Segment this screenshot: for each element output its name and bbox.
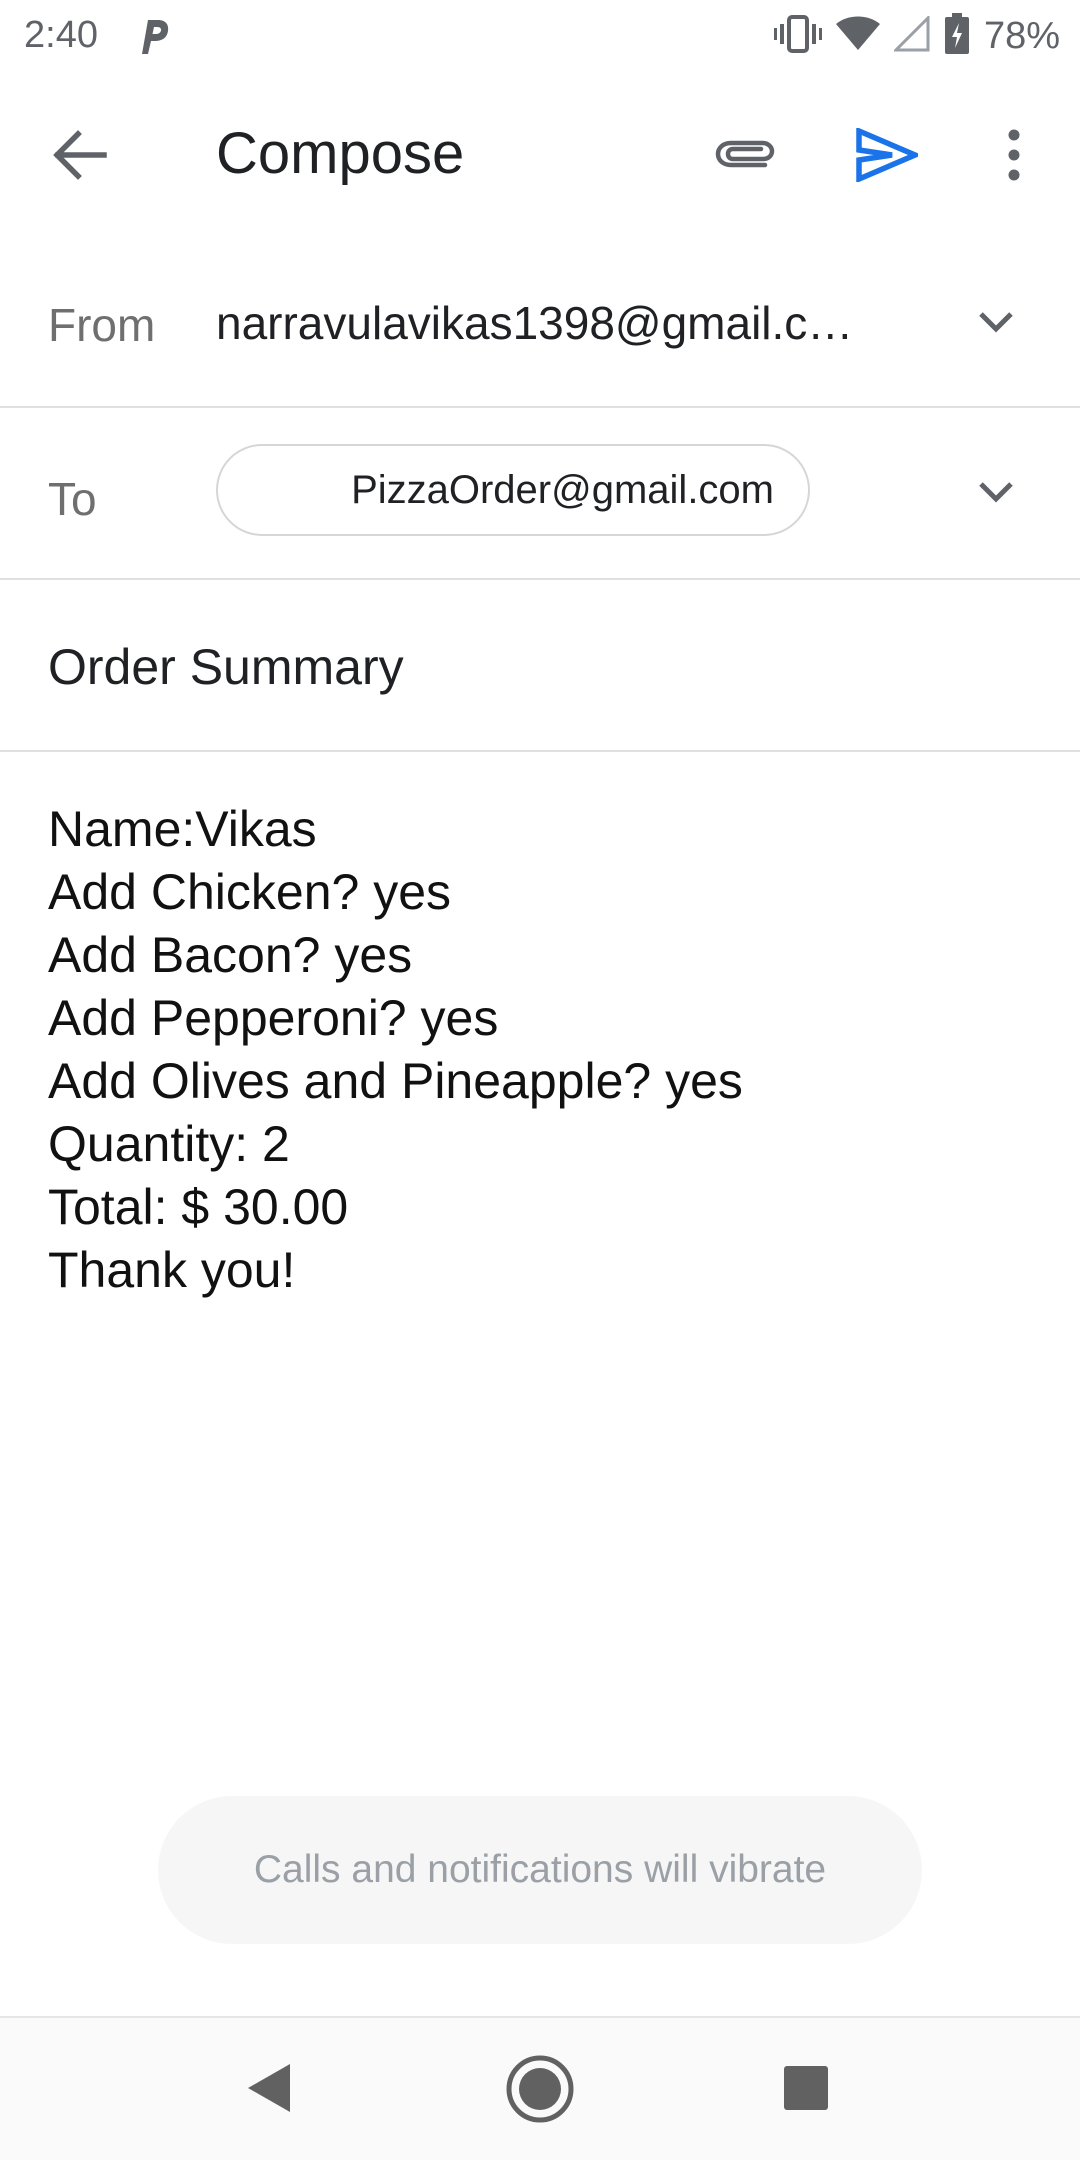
status-icons: 78% <box>773 12 1060 60</box>
send-button[interactable] <box>842 117 932 197</box>
body-line: Total: $ 30.00 <box>48 1179 349 1235</box>
back-button[interactable] <box>40 117 120 197</box>
from-dropdown-button[interactable] <box>968 296 1024 352</box>
to-label: To <box>48 473 97 525</box>
body-field[interactable]: Name:Vikas Add Chicken? yes Add Bacon? y… <box>48 798 1038 1302</box>
battery-percentage: 78% <box>983 14 1060 57</box>
compose-toolbar: Compose <box>0 80 1080 234</box>
subject-field[interactable]: Order Summary <box>48 638 404 696</box>
body-line: Add Pepperoni? yes <box>48 990 499 1046</box>
body-line: Name:Vikas <box>48 801 317 857</box>
status-bar: 2:40 78% <box>0 0 1080 72</box>
body-line: Add Bacon? yes <box>48 927 413 983</box>
chevron-down-icon <box>978 311 1014 338</box>
toast-message: Calls and notifications will vibrate <box>253 1848 827 1891</box>
recipient-email: PizzaOrder@gmail.com <box>351 467 774 512</box>
battery-charging-icon <box>944 12 970 60</box>
compose-screen: 2:40 78% Compose From narravulavikas1398… <box>0 0 1080 2160</box>
recipient-chip[interactable]: PizzaOrder@gmail.com <box>216 444 810 536</box>
from-row: From narravulavikas1398@gmail.c… <box>0 240 1080 408</box>
paperclip-icon <box>713 135 777 180</box>
back-arrow-icon <box>52 129 108 186</box>
page-title: Compose <box>216 121 465 186</box>
to-row: To PizzaOrder@gmail.com <box>0 408 1080 580</box>
body-line: Add Chicken? yes <box>48 864 452 920</box>
from-label: From <box>48 299 156 351</box>
body-line: Add Olives and Pineapple? yes <box>48 1053 743 1109</box>
vibrate-toast: Calls and notifications will vibrate <box>158 1796 922 1944</box>
subject-row[interactable]: Order Summary <box>0 580 1080 752</box>
wifi-icon <box>835 16 880 57</box>
more-options-button[interactable] <box>990 117 1038 197</box>
chevron-down-icon <box>978 481 1014 508</box>
system-nav-bar <box>0 2016 1080 2160</box>
send-icon <box>856 126 922 187</box>
more-vert-icon <box>1007 129 1021 186</box>
nav-home-icon[interactable] <box>505 2054 575 2124</box>
cell-signal-icon <box>892 13 930 57</box>
nav-back-icon[interactable] <box>240 2058 300 2118</box>
body-line: Quantity: 2 <box>48 1116 290 1172</box>
body-line: Thank you! <box>48 1242 296 1298</box>
nav-recents-icon[interactable] <box>782 2064 830 2112</box>
attach-button[interactable] <box>700 117 790 197</box>
vibrate-icon <box>773 14 822 59</box>
status-time: 2:40 <box>24 14 98 56</box>
from-account-field[interactable]: narravulavikas1398@gmail.c… <box>216 296 876 350</box>
parking-notification-icon <box>136 16 172 56</box>
to-expand-button[interactable] <box>968 466 1024 522</box>
